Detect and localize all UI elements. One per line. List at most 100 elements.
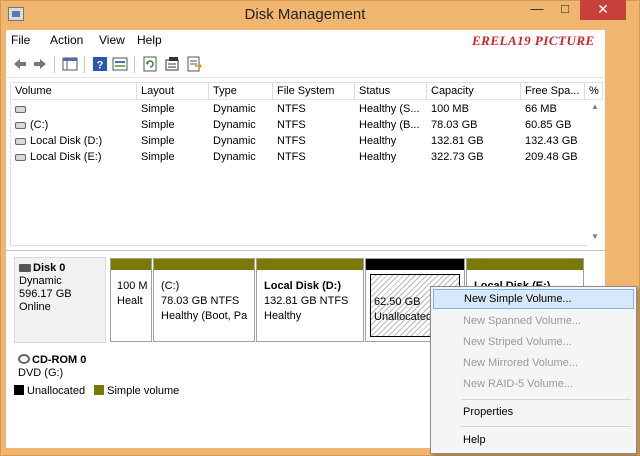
disk-0-title: Disk 0 (19, 262, 105, 275)
legend-simple-swatch (94, 385, 105, 395)
volume-row[interactable]: Simple Dynamic NTFS Healthy (S... 100 MB… (11, 101, 602, 117)
menu-help[interactable]: Help (137, 33, 162, 47)
show-pane-icon[interactable] (112, 56, 128, 72)
menu-new-raid5-volume[interactable]: New RAID-5 Volume... (433, 374, 634, 394)
cdrom-title: CD-ROM 0 (18, 354, 106, 367)
partition-system-reserved[interactable]: 100 M Healt (110, 258, 152, 342)
watermark-text: ERELA19 PICTURE (472, 33, 595, 48)
menu-file[interactable]: File (11, 33, 30, 47)
volume-capacity: 132.81 GB (431, 135, 484, 147)
volume-name: Local Disk (D:) (30, 135, 103, 147)
svg-text:?: ? (97, 60, 104, 72)
hard-disk-icon (19, 264, 31, 272)
volume-free-space: 66 MB (525, 103, 557, 115)
volume-layout: Simple (141, 135, 175, 147)
console-tree-icon[interactable] (62, 56, 78, 72)
back-arrow-icon[interactable] (12, 56, 28, 72)
volume-name-cell: Local Disk (D:) (11, 133, 137, 149)
maximize-button[interactable]: □ (552, 0, 578, 20)
volume-capacity: 100 MB (431, 103, 469, 115)
toolbar: ? (6, 51, 605, 78)
menu-properties[interactable]: Properties (433, 402, 634, 422)
volume-file-system: NTFS (277, 103, 306, 115)
menu-new-striped-volume[interactable]: New Striped Volume... (433, 332, 634, 352)
menu-separator (461, 426, 631, 427)
cd-rom-icon (18, 354, 30, 364)
volume-list-header: Volume Layout Type File System Status Ca… (11, 83, 602, 100)
volume-capacity: 78.03 GB (431, 119, 478, 131)
volume-name-cell (11, 101, 137, 117)
partition-d[interactable]: Local Disk (D:) 132.81 GB NTFS Healthy (256, 258, 364, 342)
toolbar-separator (134, 56, 135, 73)
partition-status: Healt (117, 295, 143, 307)
refresh-icon[interactable] (142, 56, 158, 72)
partition-status: Healthy (Boot, Pa (161, 310, 248, 322)
legend-unallocated-swatch (14, 385, 24, 395)
disk-name: Disk 0 (33, 262, 66, 274)
volume-disk-icon (15, 154, 26, 161)
volume-type: Dynamic (213, 103, 256, 115)
volume-free-space: 209.48 GB (525, 151, 578, 163)
volume-row[interactable]: (C:) Simple Dynamic NTFS Healthy (B... 7… (11, 117, 602, 133)
partition-body: 100 M Healt (114, 274, 149, 337)
window-title: Disk Management (244, 6, 366, 23)
title-bar[interactable]: Disk Management — □ ✕ (0, 0, 640, 30)
column-header-free-space[interactable]: Free Spa... (521, 83, 585, 100)
volume-name-cell: (C:) (11, 117, 137, 133)
legend-simple-label: Simple volume (107, 385, 180, 397)
column-header-percent-free[interactable]: % F (585, 83, 602, 100)
menu-separator (461, 399, 631, 400)
context-menu: New Simple Volume... New Spanned Volume.… (430, 286, 637, 454)
partition-c[interactable]: (C:) 78.03 GB NTFS Healthy (Boot, Pa (153, 258, 255, 342)
volume-list: Volume Layout Type File System Status Ca… (10, 82, 603, 246)
column-header-file-system[interactable]: File System (273, 83, 355, 100)
toolbar-separator (54, 56, 55, 73)
menu-action[interactable]: Action (50, 33, 83, 47)
minimize-button[interactable]: — (524, 0, 550, 20)
volume-file-system: NTFS (277, 151, 306, 163)
column-header-status[interactable]: Status (355, 83, 427, 100)
volume-list-scrollbar[interactable]: ▲ ▼ (587, 100, 603, 248)
volume-status: Healthy (359, 135, 397, 147)
partition-size: 100 M (117, 280, 148, 292)
column-header-capacity[interactable]: Capacity (427, 83, 521, 100)
volume-row[interactable]: Local Disk (E:) Simple Dynamic NTFS Heal… (11, 149, 602, 165)
properties-icon[interactable] (164, 56, 180, 72)
legend: Unallocated Simple volume (14, 383, 179, 399)
volume-file-system: NTFS (277, 119, 306, 131)
disk-0-label[interactable]: Disk 0 Dynamic 596.17 GB Online (14, 257, 106, 343)
partition-type-bar (154, 259, 254, 270)
partition-type-bar (366, 259, 464, 270)
cdrom-0-label[interactable]: CD-ROM 0 DVD (G:) (14, 350, 106, 382)
menu-new-spanned-volume[interactable]: New Spanned Volume... (433, 311, 634, 331)
legend-unallocated-label: Unallocated (27, 385, 86, 397)
volume-name: Local Disk (E:) (30, 151, 102, 163)
menu-view[interactable]: View (99, 33, 125, 47)
scroll-up-icon[interactable]: ▲ (591, 102, 599, 111)
partition-title: (C:) (161, 280, 180, 292)
volume-name: (C:) (30, 119, 49, 131)
column-header-volume[interactable]: Volume (11, 83, 137, 100)
forward-arrow-icon[interactable] (32, 56, 48, 72)
column-header-layout[interactable]: Layout (137, 83, 209, 100)
help-icon[interactable]: ? (92, 56, 108, 72)
column-header-type[interactable]: Type (209, 83, 273, 100)
volume-free-space: 60.85 GB (525, 119, 572, 131)
volume-file-system: NTFS (277, 135, 306, 147)
volume-row[interactable]: Local Disk (D:) Simple Dynamic NTFS Heal… (11, 133, 602, 149)
menu-new-simple-volume[interactable]: New Simple Volume... (433, 289, 634, 309)
partition-title: Local Disk (D:) (264, 280, 342, 292)
partition-body: Local Disk (D:) 132.81 GB NTFS Healthy (261, 274, 359, 337)
partition-status: Healthy (264, 310, 302, 322)
export-list-icon[interactable] (186, 56, 202, 72)
scroll-down-icon[interactable]: ▼ (591, 232, 599, 241)
partition-type-bar (257, 259, 363, 270)
partition-type-bar (467, 259, 583, 270)
close-button[interactable]: ✕ (580, 0, 626, 20)
volume-layout: Simple (141, 119, 175, 131)
volume-disk-icon (15, 138, 26, 145)
menu-help-item[interactable]: Help (433, 430, 634, 450)
partition-body: (C:) 78.03 GB NTFS Healthy (Boot, Pa (158, 274, 250, 337)
menu-new-mirrored-volume[interactable]: New Mirrored Volume... (433, 353, 634, 373)
volume-type: Dynamic (213, 135, 256, 147)
